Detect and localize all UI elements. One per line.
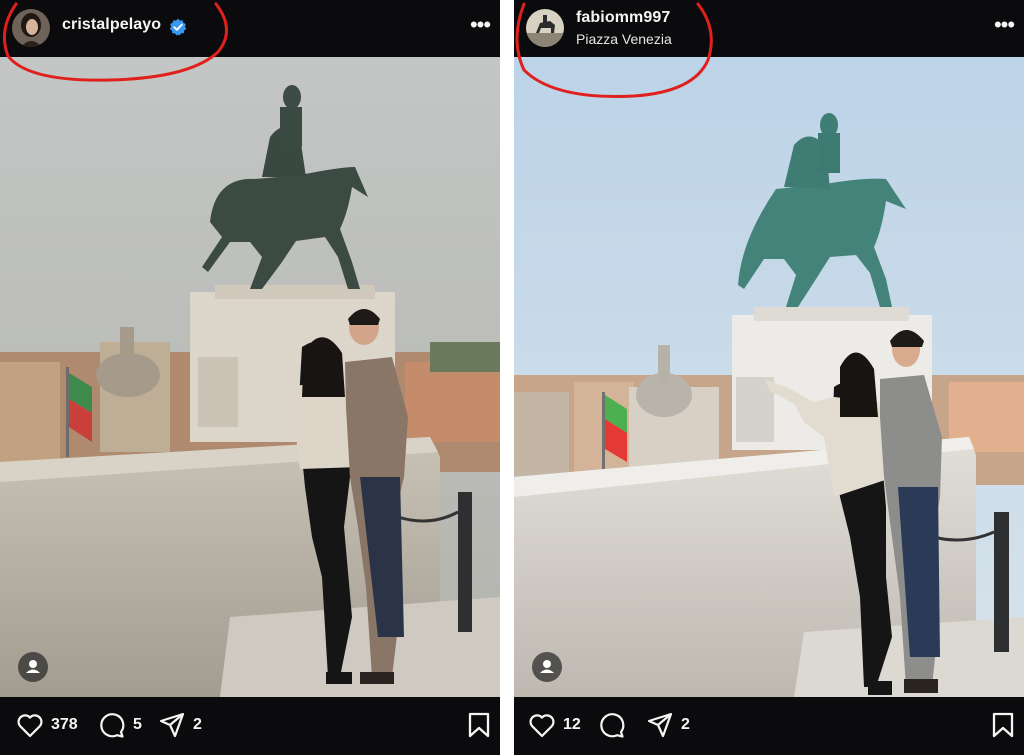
more-options-icon[interactable]: ••• bbox=[990, 14, 1018, 42]
like-button[interactable]: 12 bbox=[528, 711, 581, 739]
post-card-left: cristalpelayo ••• 378 5 2 bbox=[0, 0, 500, 755]
profile-avatar[interactable] bbox=[12, 9, 50, 47]
user-tag-icon[interactable] bbox=[532, 652, 562, 682]
verified-badge-icon bbox=[169, 18, 187, 36]
heart-icon bbox=[17, 714, 43, 738]
post-photo bbox=[514, 57, 1024, 697]
location-label[interactable]: Piazza Venezia bbox=[576, 31, 672, 47]
username[interactable]: fabiomm997 bbox=[576, 9, 670, 27]
username[interactable]: cristalpelayo bbox=[62, 16, 161, 34]
action-bar: 378 5 2 bbox=[0, 697, 500, 755]
bookmark-icon bbox=[468, 712, 490, 738]
heart-icon bbox=[529, 714, 555, 738]
like-button[interactable]: 378 bbox=[16, 711, 78, 739]
share-button[interactable]: 2 bbox=[158, 711, 202, 739]
post-card-right: fabiomm997 Piazza Venezia ••• 12 2 bbox=[514, 0, 1024, 755]
post-header: cristalpelayo ••• bbox=[0, 0, 500, 57]
post-header: fabiomm997 Piazza Venezia ••• bbox=[514, 0, 1024, 57]
action-bar: 12 2 bbox=[514, 697, 1024, 755]
share-button[interactable]: 2 bbox=[646, 711, 690, 739]
comment-count: 5 bbox=[133, 716, 142, 733]
share-icon bbox=[647, 712, 673, 738]
comment-button[interactable] bbox=[598, 711, 626, 739]
comment-button[interactable]: 5 bbox=[98, 711, 142, 739]
like-count: 12 bbox=[563, 716, 581, 733]
comment-icon bbox=[600, 713, 625, 738]
save-button[interactable] bbox=[468, 712, 490, 743]
share-count: 2 bbox=[193, 716, 202, 733]
post-photo bbox=[0, 57, 500, 697]
bookmark-icon bbox=[992, 712, 1014, 738]
comment-icon bbox=[100, 713, 125, 738]
share-icon bbox=[159, 712, 185, 738]
share-count: 2 bbox=[681, 716, 690, 733]
like-count: 378 bbox=[51, 716, 78, 733]
more-options-icon[interactable]: ••• bbox=[466, 14, 494, 42]
user-tag-icon[interactable] bbox=[18, 652, 48, 682]
save-button[interactable] bbox=[992, 712, 1014, 743]
profile-avatar[interactable] bbox=[526, 9, 564, 47]
